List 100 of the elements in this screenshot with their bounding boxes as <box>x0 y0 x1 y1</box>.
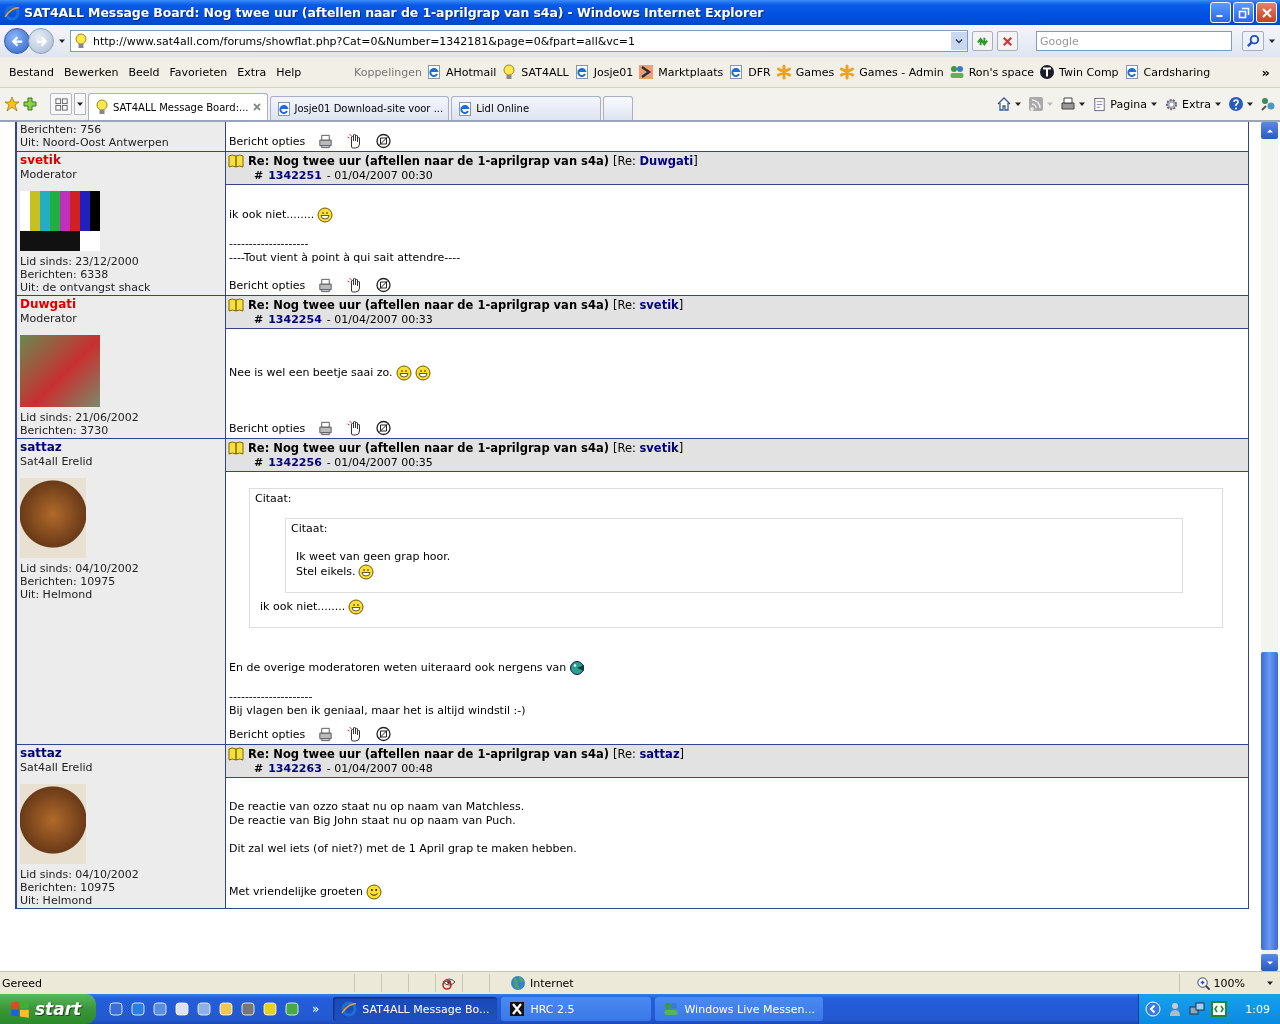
taskbar-button[interactable]: Windows Live Messen... <box>655 997 823 1021</box>
link-button[interactable]: Games <box>792 65 839 79</box>
link-button[interactable]: SAT4ALL <box>518 65 573 79</box>
refresh-button[interactable] <box>972 31 993 51</box>
dropdown-caret-icon[interactable] <box>955 37 963 45</box>
reply-author-link[interactable]: svetik <box>639 441 679 455</box>
user-detail: Berichten: 3730 <box>20 424 110 437</box>
grin-smiley-icon <box>358 564 375 580</box>
tab-list-button[interactable] <box>74 93 86 115</box>
restore-icon <box>1237 6 1250 19</box>
add-favorite-icon[interactable] <box>22 96 38 112</box>
caret-icon <box>76 100 84 108</box>
show-hidden-icons-button[interactable] <box>1145 1001 1162 1017</box>
privacy-eye-icon[interactable] <box>441 975 457 991</box>
post-number-link[interactable]: 1342263 <box>268 761 322 776</box>
more-quick-launch-button[interactable]: » <box>300 1002 334 1016</box>
research-icon[interactable] <box>1260 96 1276 112</box>
link-button[interactable]: Games - Admin <box>856 65 948 79</box>
lightbulb-icon <box>73 33 89 49</box>
page-menu-button[interactable]: Pagina <box>1092 96 1158 112</box>
prohibited-icon[interactable] <box>375 133 393 149</box>
author-link[interactable]: Duwgati <box>20 297 77 312</box>
menu-item[interactable]: Beeld <box>123 65 165 79</box>
browser-tab[interactable]: Lidl Online <box>451 96 602 120</box>
network-icon[interactable] <box>1189 1001 1206 1017</box>
printer-icon[interactable] <box>317 420 335 436</box>
caret-icon[interactable] <box>1246 100 1254 108</box>
printer-icon[interactable] <box>317 277 335 293</box>
link-button[interactable]: Ron's space <box>965 65 1039 79</box>
caret-icon[interactable] <box>1078 100 1087 108</box>
star-icon[interactable] <box>4 96 20 112</box>
start-button[interactable]: start <box>0 994 96 1024</box>
browser-tab[interactable]: SAT4ALL Message Board:... <box>88 93 268 120</box>
page-icon <box>457 100 474 117</box>
minimize-icon <box>1215 14 1223 17</box>
menu-item[interactable]: Help <box>271 65 307 79</box>
post-date: - 01/04/2007 00:30 <box>326 168 433 183</box>
stop-button[interactable] <box>997 31 1018 51</box>
post-number-link[interactable]: 1342254 <box>268 312 322 327</box>
prohibited-icon[interactable] <box>375 420 393 436</box>
post-date: - 01/04/2007 00:48 <box>326 761 433 776</box>
home-icon[interactable] <box>996 96 1013 112</box>
menu-item[interactable]: Extra <box>232 65 272 79</box>
link-button[interactable]: Cardsharing <box>1140 65 1215 79</box>
author-link[interactable]: sattaz <box>20 746 62 761</box>
minimize-button[interactable] <box>1210 2 1231 23</box>
more-links-button[interactable]: » <box>1255 64 1276 80</box>
author-link[interactable]: sattaz <box>20 440 62 455</box>
printer-icon[interactable] <box>1060 96 1077 112</box>
search-field[interactable]: Google <box>1036 31 1232 51</box>
printer-icon[interactable] <box>317 133 335 149</box>
reply-author-link[interactable]: Duwgati <box>639 154 694 168</box>
menu-item[interactable]: Favorieten <box>164 65 233 79</box>
reply-reference: [Re: svetik] <box>612 441 684 455</box>
reply-author-link[interactable]: svetik <box>639 298 679 312</box>
user-detail: Lid sinds: 04/10/2002 <box>20 868 140 881</box>
tools-menu-button[interactable]: Extra <box>1163 96 1222 112</box>
address-input[interactable]: http://www.sat4all.com/forums/showflat.php?Cat=0&Number=1342181&page=0&fpart=all&vc=1 <box>93 34 947 48</box>
post-options-label: Bericht opties <box>229 421 306 435</box>
post-text: ik ook niet........ <box>229 208 315 222</box>
address-field[interactable]: http://www.sat4all.com/forums/showflat.php?Cat=0&Number=1342181&page=0&fpart=all&vc=1 <box>70 30 968 52</box>
user-detail: Berichten: 10975 <box>20 881 117 894</box>
menu-item[interactable]: Bestand <box>4 65 60 79</box>
link-button[interactable]: Twin Comp <box>1056 65 1123 79</box>
back-button[interactable] <box>4 28 30 54</box>
taskbar-button[interactable]: SAT4ALL Message Bo... <box>333 997 498 1021</box>
link-button[interactable]: Josje01 <box>590 65 638 79</box>
help-icon[interactable] <box>1228 96 1244 112</box>
grin-smiley-icon <box>348 599 365 615</box>
post-number-link[interactable]: 1342251 <box>268 168 322 183</box>
author-link[interactable]: svetik <box>20 153 61 168</box>
search-button[interactable] <box>1242 31 1264 51</box>
prohibited-icon[interactable] <box>375 277 393 293</box>
scrollbar[interactable] <box>1261 122 1278 971</box>
user-detail: Berichten: 10975 <box>20 575 117 588</box>
link-button[interactable]: DFR <box>745 65 775 79</box>
taskbar-button[interactable]: HRC 2.5 <box>501 997 652 1021</box>
reply-author-link[interactable]: sattaz <box>639 747 680 761</box>
close-button[interactable] <box>1256 2 1277 23</box>
caret-icon[interactable] <box>1014 100 1023 108</box>
x-logo-icon <box>509 1001 526 1017</box>
menu-item[interactable]: Bewerken <box>59 65 124 79</box>
zoom-button[interactable]: 100% <box>1178 974 1280 992</box>
search-options-caret-icon[interactable] <box>1268 37 1276 45</box>
history-caret-icon[interactable] <box>58 37 66 45</box>
close-tab-icon[interactable] <box>251 102 262 112</box>
prohibited-icon[interactable] <box>375 726 393 742</box>
restore-button[interactable] <box>1233 2 1254 23</box>
printer-icon[interactable] <box>317 726 335 742</box>
browser-tab[interactable]: Josje01 Download-site voor ... <box>269 96 450 120</box>
link-button[interactable]: AHotmail <box>442 65 501 79</box>
post-number-link[interactable]: 1342256 <box>268 455 322 470</box>
lightbulb-icon <box>94 99 110 115</box>
post-text: ik ook niet........ <box>260 600 346 614</box>
gear-icon <box>1163 96 1179 112</box>
user-detail: Lid sinds: 23/12/2000 <box>20 255 140 268</box>
tab-title: SAT4ALL Message Board:... <box>113 101 249 113</box>
link-button[interactable]: Marktplaats <box>655 65 728 79</box>
quick-tabs-button[interactable] <box>50 93 72 115</box>
app-icon[interactable] <box>1211 1001 1228 1017</box>
